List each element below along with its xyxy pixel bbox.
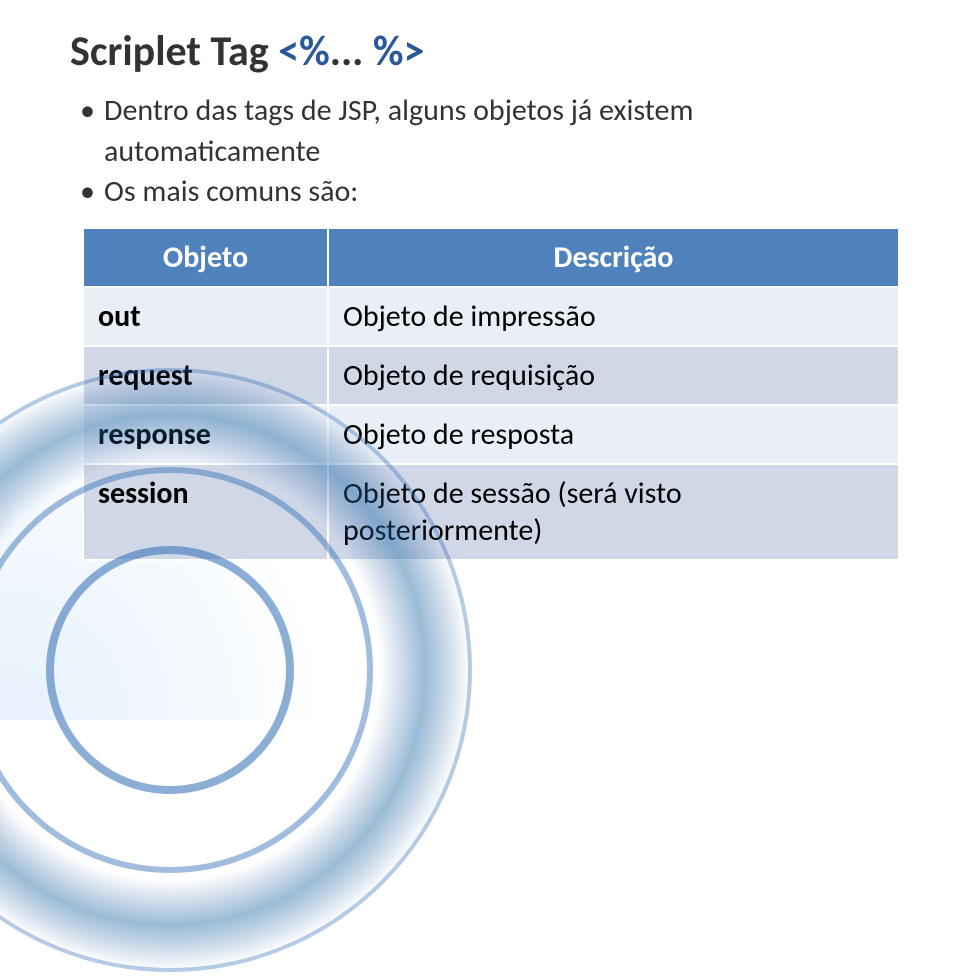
title-text: Scriplet Tag [70, 26, 278, 77]
objects-table: Objeto Descrição out Objeto de impressão… [82, 227, 900, 561]
table-header-objeto: Objeto [83, 228, 328, 287]
cell-desc: Objeto de requisição [328, 346, 899, 405]
cell-desc: Objeto de impressão [328, 287, 899, 346]
cell-desc: Objeto de resposta [328, 405, 899, 464]
table-header-descricao: Descrição [328, 228, 899, 287]
table-row: request Objeto de requisição [83, 346, 899, 405]
cell-obj: response [83, 405, 328, 464]
list-item: Os mais comuns são: [76, 172, 910, 213]
table-row: out Objeto de impressão [83, 287, 899, 346]
slide: Scriplet Tag <%... %> Dentro das tags de… [0, 0, 960, 720]
title-dots: ... [330, 26, 373, 77]
tag-close: %> [373, 26, 425, 77]
cell-desc: Objeto de sessão (será visto posteriorme… [328, 464, 899, 560]
table-row: session Objeto de sessão (será visto pos… [83, 464, 899, 560]
cell-obj: out [83, 287, 328, 346]
cell-obj: request [83, 346, 328, 405]
table-row: response Objeto de resposta [83, 405, 899, 464]
bullet-list: Dentro das tags de JSP, alguns objetos j… [76, 91, 910, 213]
cell-obj: session [83, 464, 328, 560]
page-title: Scriplet Tag <%... %> [70, 26, 910, 77]
list-item: Dentro das tags de JSP, alguns objetos j… [76, 91, 910, 172]
tag-open: <% [278, 26, 330, 77]
